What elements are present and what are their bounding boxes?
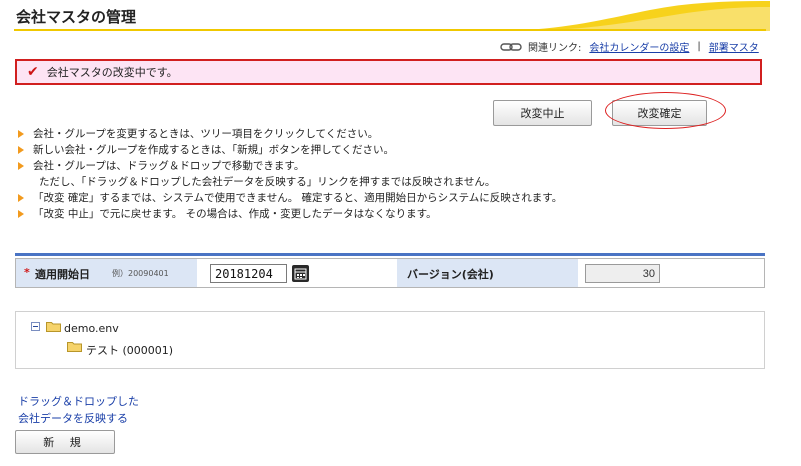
new-button[interactable]: 新 規 — [15, 430, 115, 454]
status-message-box: ✔ 会社マスタの改変中です。 — [15, 59, 762, 85]
instruction-item: 新しい会社・グループを作成するときは、「新規」ボタンを押してください。 — [17, 142, 657, 158]
instruction-item: 会社・グループは、ドラッグ＆ドロップで移動できます。 — [17, 158, 657, 174]
bullet-arrow-icon — [18, 194, 24, 202]
required-mark: * — [24, 266, 30, 279]
tree-node-child[interactable]: テスト (000001) — [86, 342, 173, 358]
bullet-arrow-icon — [18, 130, 24, 138]
version-field — [585, 264, 660, 283]
instruction-item: 「改変 確定」するまでは、システムで使用できません。 確定すると、適用開始日から… — [17, 190, 657, 206]
instruction-text: 「改変 確定」するまでは、システムで使用できません。 確定すると、適用開始日から… — [33, 192, 563, 204]
department-master-link[interactable]: 部署マスタ — [709, 39, 759, 54]
page-title: 会社マスタの管理 — [16, 8, 137, 26]
title-decoration — [490, 1, 770, 31]
section-divider — [15, 253, 765, 256]
instruction-text: 新しい会社・グループを作成するときは、「新規」ボタンを押してください。 — [33, 144, 394, 156]
company-tree-panel — [15, 311, 765, 369]
instruction-list: 会社・グループを変更するときは、ツリー項目をクリックしてください。 新しい会社・… — [17, 126, 657, 222]
company-calendar-link[interactable]: 会社カレンダーの設定 — [589, 39, 689, 54]
start-date-example: 例）20090401 — [112, 269, 169, 278]
highlight-ellipse — [605, 92, 726, 129]
instruction-subitem: ただし、「ドラッグ＆ドロップした会社データを反映する」リンクを押すまでは反映され… — [17, 174, 657, 190]
calendar-icon[interactable] — [292, 265, 309, 282]
related-links: 関連リンク: 会社カレンダーの設定 | 部署マスタ — [500, 39, 759, 54]
instruction-item: 「改変 中止」で元に戻せます。 その場合は、作成・変更したデータはなくなります。 — [17, 206, 657, 222]
instruction-text: ただし、「ドラッグ＆ドロップした会社データを反映する」リンクを押すまでは反映され… — [39, 176, 496, 188]
tree-node-root[interactable]: demo.env — [64, 322, 119, 335]
instruction-text: 会社・グループを変更するときは、ツリー項目をクリックしてください。 — [33, 128, 379, 140]
title-underline — [14, 29, 766, 31]
check-icon: ✔ — [27, 64, 39, 80]
link-separator: | — [697, 41, 701, 52]
bullet-arrow-icon — [18, 146, 24, 154]
bullet-arrow-icon — [18, 210, 24, 218]
cancel-changes-button[interactable]: 改変中止 — [493, 100, 592, 126]
bullet-arrow-icon — [18, 162, 24, 170]
instruction-text: 「改変 中止」で元に戻せます。 その場合は、作成・変更したデータはなくなります。 — [33, 208, 437, 220]
status-message: 会社マスタの改変中です。 — [46, 66, 178, 79]
instruction-item: 会社・グループを変更するときは、ツリー項目をクリックしてください。 — [17, 126, 657, 142]
folder-icon — [46, 322, 61, 332]
chain-link-icon — [500, 42, 522, 51]
start-date-label: 適用開始日 — [35, 268, 90, 281]
folder-icon — [67, 342, 82, 352]
reflect-link-line[interactable]: ドラッグ＆ドロップした — [18, 393, 148, 410]
collapse-toggle-icon[interactable] — [31, 322, 40, 331]
related-links-label: 関連リンク: — [528, 43, 582, 54]
reflect-drag-drop-link[interactable]: ドラッグ＆ドロップした 会社データを反映する — [18, 393, 148, 427]
reflect-link-line[interactable]: 会社データを反映する — [18, 410, 148, 427]
instruction-text: 会社・グループは、ドラッグ＆ドロップで移動できます。 — [33, 160, 305, 172]
version-label: バージョン(会社) — [407, 268, 494, 281]
start-date-input[interactable] — [210, 264, 287, 283]
